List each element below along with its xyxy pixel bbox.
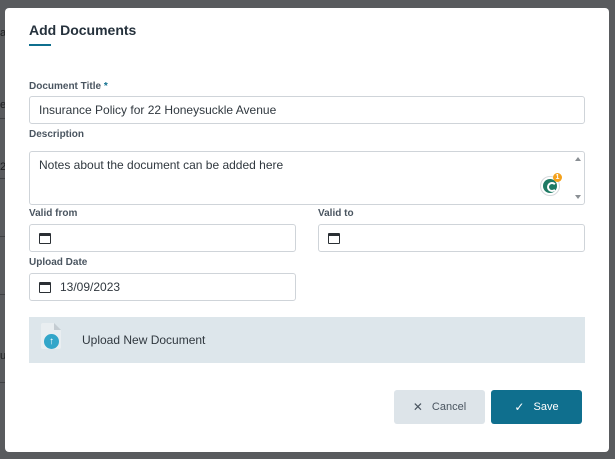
description-textarea[interactable]: Notes about the document can be added he… [29, 151, 585, 205]
save-button[interactable]: ✓ Save [491, 390, 582, 424]
title-underline [29, 44, 51, 46]
description-scrollbar[interactable] [572, 152, 584, 204]
grammar-suggestion-badge: 1 [553, 173, 562, 182]
document-fold [54, 323, 61, 330]
document-title-label: Document Title * [29, 81, 108, 92]
upload-new-document-button[interactable]: ↑ Upload New Document [29, 317, 585, 363]
calendar-icon[interactable] [39, 281, 51, 293]
scroll-down-arrow-icon[interactable] [575, 195, 581, 199]
dialog-title: Add Documents [29, 22, 137, 38]
grammarly-icon[interactable]: 1 [540, 173, 562, 196]
save-label: Save [533, 401, 559, 413]
upload-label: Upload New Document [82, 333, 206, 347]
valid-to-label: Valid to [318, 208, 354, 219]
scroll-up-arrow-icon[interactable] [575, 157, 581, 161]
cancel-button[interactable]: ✕ Cancel [394, 390, 485, 424]
calendar-icon[interactable] [328, 232, 340, 244]
upload-arrow-icon: ↑ [44, 334, 59, 349]
upload-date-input[interactable]: 13/09/2023 [29, 273, 296, 301]
add-documents-dialog: Add Documents Document Title * Insurance… [5, 8, 609, 452]
upload-date-label: Upload Date [29, 257, 88, 268]
valid-from-date-input[interactable] [29, 224, 296, 252]
valid-to-date-input[interactable] [318, 224, 585, 252]
upload-document-icon: ↑ [41, 323, 63, 353]
cancel-label: Cancel [431, 401, 467, 413]
upload-date-value: 13/09/2023 [60, 280, 121, 294]
description-label: Description [29, 129, 85, 140]
document-title-input[interactable]: Insurance Policy for 22 Honeysuckle Aven… [29, 96, 585, 124]
document-title-label-text: Document Title [29, 81, 102, 92]
valid-from-label: Valid from [29, 208, 78, 219]
description-value: Notes about the document can be added he… [39, 158, 284, 172]
calendar-icon[interactable] [39, 232, 51, 244]
document-title-value: Insurance Policy for 22 Honeysuckle Aven… [39, 103, 277, 117]
close-icon: ✕ [412, 400, 423, 414]
check-icon: ✓ [514, 400, 525, 414]
required-marker: * [103, 81, 108, 92]
